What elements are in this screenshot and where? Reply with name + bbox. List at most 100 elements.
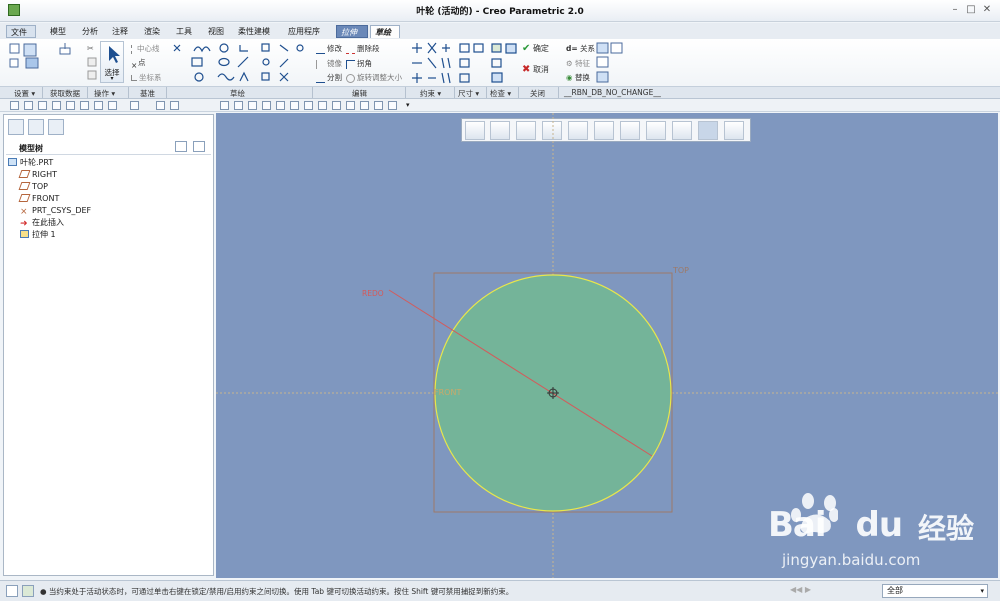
undo-icon[interactable] bbox=[108, 101, 117, 110]
tree-columns-icon[interactable] bbox=[193, 141, 205, 152]
group-get-data[interactable]: 获取数据 bbox=[50, 88, 80, 99]
tab-applications[interactable]: 应用程序 bbox=[284, 25, 324, 38]
playback-controls[interactable]: ◀◀ ▶ bbox=[790, 585, 820, 597]
modify-tool[interactable]: 修改 bbox=[316, 43, 342, 54]
tree-item-insert-here[interactable]: ➜ 在此插入 bbox=[20, 217, 64, 229]
features-button[interactable]: ⚙ 特征 bbox=[566, 58, 590, 69]
redo-icon[interactable] bbox=[130, 101, 139, 110]
view-tool-icon[interactable] bbox=[304, 101, 313, 110]
tree-item-label: TOP bbox=[32, 182, 49, 191]
ribbon: ✂ 选择 ▾ 中心线 ×点 坐标系 修改 删除段 镜像 拐角 分割 旋转调整大小… bbox=[0, 39, 1000, 99]
point-tool[interactable]: ×点 bbox=[131, 57, 146, 70]
tab-analysis[interactable]: 分析 bbox=[78, 25, 102, 38]
group-sketching: 草绘 bbox=[230, 89, 245, 98]
clipboard-icons[interactable]: ✂ bbox=[86, 42, 98, 82]
chevron-down-icon: ▾ bbox=[980, 587, 984, 595]
view-tool-icon[interactable] bbox=[234, 101, 243, 110]
graphics-window[interactable]: TOP FRONT REDO Bai du 经验 jingyan.baidu.co… bbox=[216, 113, 998, 578]
replace-button[interactable]: ◉ 替换 bbox=[566, 72, 590, 83]
constraint-icons[interactable] bbox=[408, 41, 518, 85]
open-icon[interactable] bbox=[24, 101, 33, 110]
save-icon[interactable] bbox=[38, 101, 47, 110]
close-button[interactable]: ✕ bbox=[980, 3, 994, 17]
tab-annotate[interactable]: 注释 bbox=[108, 25, 132, 38]
view-tool-icon[interactable] bbox=[374, 101, 383, 110]
new-icon[interactable] bbox=[10, 101, 19, 110]
divide-tool[interactable]: 分割 bbox=[316, 72, 342, 83]
centerline-tool[interactable]: 中心线 bbox=[131, 43, 160, 54]
print-icon[interactable] bbox=[52, 101, 61, 110]
toggle-tree-icon[interactable] bbox=[6, 585, 18, 597]
csys-tool[interactable]: 坐标系 bbox=[131, 72, 162, 83]
mirror-label: 镜像 bbox=[327, 59, 342, 68]
relations-button[interactable]: d= 关系 bbox=[566, 43, 595, 54]
replace-label: 替换 bbox=[574, 73, 590, 82]
group-constrain[interactable]: 约束 ▾ bbox=[420, 88, 441, 99]
minimize-button[interactable]: – bbox=[948, 3, 962, 17]
view-tool-icon[interactable] bbox=[388, 101, 397, 110]
corner-label: 拐角 bbox=[357, 59, 372, 68]
group-dimension[interactable]: 尺寸 ▾ bbox=[458, 88, 479, 99]
ok-button[interactable]: ✔ 确定 bbox=[522, 43, 549, 54]
tab-flexible-modeling[interactable]: 柔性建模 bbox=[234, 25, 274, 38]
tree-item-top[interactable]: TOP bbox=[18, 181, 49, 192]
centerline-label: 中心线 bbox=[137, 44, 160, 53]
radius-dimension-label[interactable]: REDO bbox=[362, 289, 384, 298]
tree-item-extrude[interactable]: 拉伸 1 bbox=[20, 229, 56, 240]
tab-model-tree[interactable] bbox=[8, 119, 24, 135]
tree-item-label: PRT_CSYS_DEF bbox=[32, 206, 92, 215]
tree-item-part[interactable]: 叶轮.PRT bbox=[8, 157, 53, 168]
view-tool-icon[interactable] bbox=[290, 101, 299, 110]
view-tool-icon[interactable] bbox=[262, 101, 271, 110]
toolbar-icon[interactable] bbox=[156, 101, 165, 110]
view-tool-icon[interactable] bbox=[346, 101, 355, 110]
selection-filter[interactable]: 全部 ▾ bbox=[882, 584, 988, 598]
regenerate-icon[interactable] bbox=[94, 101, 103, 110]
tab-render[interactable]: 渲染 bbox=[140, 25, 164, 38]
tree-item-front[interactable]: FRONT bbox=[18, 193, 59, 204]
tab-tools[interactable]: 工具 bbox=[172, 25, 196, 38]
view-tool-icon[interactable] bbox=[332, 101, 341, 110]
window-title: 叶轮 (活动的) - Creo Parametric 2.0 bbox=[416, 7, 584, 17]
corner-tool[interactable]: 拐角 bbox=[346, 58, 372, 69]
view-tool-icon[interactable] bbox=[318, 101, 327, 110]
mirror-tool[interactable]: 镜像 bbox=[316, 58, 342, 69]
select-button[interactable]: 选择 ▾ bbox=[100, 41, 124, 83]
browser-icon[interactable] bbox=[22, 585, 34, 597]
tab-favorites[interactable] bbox=[48, 119, 64, 135]
rotate-resize-tool[interactable]: 旋转调整大小 bbox=[346, 72, 402, 83]
tree-item-csys[interactable]: ⨯ PRT_CSYS_DEF bbox=[20, 205, 92, 217]
group-operations[interactable]: 操作 ▾ bbox=[94, 88, 115, 99]
view-tool-icon[interactable] bbox=[276, 101, 285, 110]
cancel-button[interactable]: ✖ 取消 bbox=[522, 64, 549, 75]
view-tool-icon[interactable] bbox=[220, 101, 229, 110]
tab-view[interactable]: 视图 bbox=[204, 25, 228, 38]
tab-folder-browser[interactable] bbox=[28, 119, 44, 135]
tree-item-right[interactable]: RIGHT bbox=[18, 169, 57, 180]
view-tool-icon[interactable] bbox=[248, 101, 257, 110]
relation-extra-icons[interactable] bbox=[596, 41, 624, 85]
group-setup[interactable]: 设置 ▾ bbox=[14, 88, 35, 99]
features-label: 特征 bbox=[575, 59, 591, 68]
window-icon[interactable] bbox=[66, 101, 75, 110]
view-tool-icon[interactable] bbox=[360, 101, 369, 110]
chevron-down-icon: ▾ bbox=[110, 75, 114, 82]
maximize-button[interactable]: □ bbox=[964, 3, 978, 17]
group-inspect[interactable]: 检查 ▾ bbox=[490, 88, 511, 99]
get-data-icon[interactable] bbox=[58, 42, 72, 56]
setup-icons[interactable] bbox=[8, 42, 48, 70]
csys-icon: ⨯ bbox=[20, 207, 28, 217]
datum-plane-icon bbox=[18, 170, 31, 178]
tab-file[interactable]: 文件 ▾ bbox=[6, 25, 36, 50]
tree-settings-icon[interactable] bbox=[175, 141, 187, 152]
sketch-tools[interactable] bbox=[170, 41, 310, 85]
tab-model[interactable]: 模型 bbox=[46, 25, 70, 38]
tab-sketch[interactable]: 草绘 bbox=[370, 25, 400, 38]
group-rbn-placeholder: __RBN_DB_NO_CHANGE__ bbox=[564, 88, 661, 97]
close-window-icon[interactable] bbox=[80, 101, 89, 110]
tab-extrude[interactable]: 拉伸 bbox=[336, 25, 368, 38]
chevron-down-icon[interactable]: ▾ bbox=[406, 101, 410, 109]
toolbar-icon[interactable] bbox=[170, 101, 179, 110]
delete-segment-tool[interactable]: 删除段 bbox=[346, 43, 380, 54]
modify-label: 修改 bbox=[327, 44, 342, 53]
